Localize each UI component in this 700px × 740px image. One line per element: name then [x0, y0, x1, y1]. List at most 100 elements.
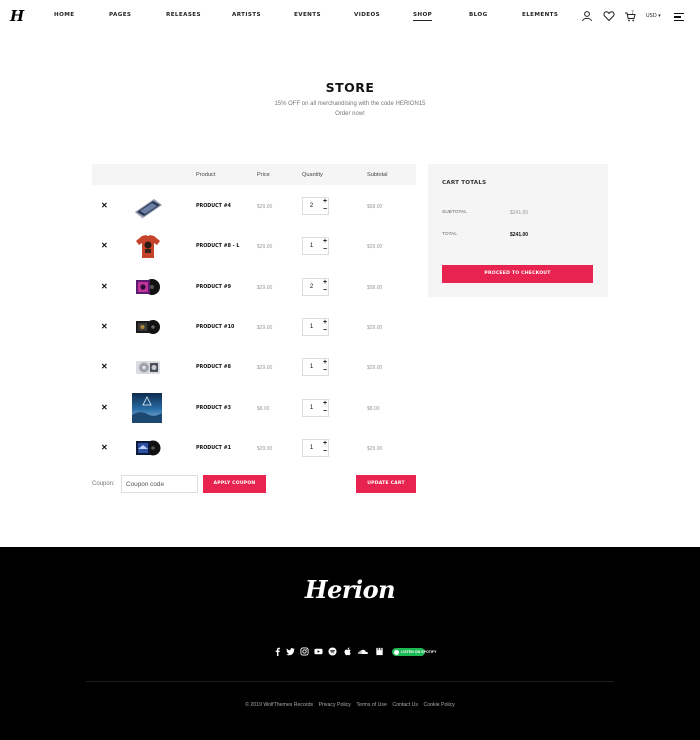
product-price: $29.00: [257, 325, 273, 331]
remove-item-icon[interactable]: ✕: [101, 404, 108, 412]
quantity-stepper: 1 + −: [302, 399, 329, 417]
product-name-link[interactable]: PRODUCT #3: [196, 406, 231, 411]
product-subtotal: $29.00: [367, 325, 383, 331]
plus-icon[interactable]: +: [321, 319, 329, 327]
product-thumbnail[interactable]: [132, 393, 162, 423]
minus-icon[interactable]: −: [321, 327, 329, 335]
cookie-policy-link[interactable]: Cookie Policy: [423, 702, 454, 708]
quantity-input[interactable]: 1: [303, 319, 320, 335]
product-name-link[interactable]: PRODUCT #10: [196, 325, 234, 330]
product-thumbnail[interactable]: [132, 230, 164, 262]
currency-label: USD: [646, 13, 657, 19]
quantity-stepper: 2 + −: [302, 197, 329, 215]
product-thumbnail[interactable]: [132, 432, 164, 464]
nav-videos[interactable]: Videos: [354, 12, 380, 18]
quantity-input[interactable]: 1: [303, 440, 320, 456]
nav-pages[interactable]: Pages: [109, 12, 131, 18]
account-icon[interactable]: [581, 10, 593, 22]
nav-artists[interactable]: Artists: [232, 12, 261, 18]
apple-icon[interactable]: [343, 647, 352, 656]
remove-item-icon[interactable]: ✕: [101, 242, 108, 250]
quantity-stepper: 1 + −: [302, 358, 329, 376]
youtube-icon[interactable]: [314, 647, 323, 656]
nav-events[interactable]: Events: [294, 12, 321, 18]
product-subtotal: $8.00: [367, 406, 380, 412]
quantity-input[interactable]: 1: [303, 400, 320, 416]
product-thumbnail[interactable]: [132, 311, 164, 343]
remove-item-icon[interactable]: ✕: [101, 323, 108, 331]
quantity-input[interactable]: 1: [303, 238, 320, 254]
product-price: $29.00: [257, 244, 273, 250]
plus-icon[interactable]: +: [321, 238, 329, 246]
spotify-badge-button[interactable]: LISTEN ON SPOTIFY: [392, 648, 437, 656]
remove-item-icon[interactable]: ✕: [101, 363, 108, 371]
bandcamp-icon[interactable]: [375, 647, 384, 656]
privacy-policy-link[interactable]: Privacy Policy: [319, 702, 351, 708]
remove-item-icon[interactable]: ✕: [101, 202, 108, 210]
soundcloud-icon[interactable]: [357, 647, 369, 656]
minus-icon[interactable]: −: [321, 287, 329, 295]
quantity-input[interactable]: 1: [303, 359, 320, 375]
remove-item-icon[interactable]: ✕: [101, 444, 108, 452]
cart-totals-panel: CART TOTALS Subtotal $241.00 Total $241.…: [428, 164, 608, 297]
plus-icon[interactable]: +: [321, 400, 329, 408]
quantity-input[interactable]: 2: [303, 279, 320, 295]
product-subtotal: $29.00: [367, 446, 383, 452]
terms-of-use-link[interactable]: Terms of Use: [356, 702, 387, 708]
product-name-link[interactable]: PRODUCT #1: [196, 446, 231, 451]
facebook-icon[interactable]: [273, 647, 282, 656]
wishlist-heart-icon[interactable]: [603, 10, 615, 22]
twitter-icon[interactable]: [286, 647, 295, 656]
remove-item-icon[interactable]: ✕: [101, 283, 108, 291]
minus-icon[interactable]: −: [321, 448, 329, 456]
contact-us-link[interactable]: Contact Us: [392, 702, 418, 708]
nav-home[interactable]: Home: [54, 12, 74, 18]
nav-shop[interactable]: Shop: [413, 12, 433, 21]
currency-switcher[interactable]: USD ▾: [646, 13, 661, 19]
product-thumbnail[interactable]: [132, 190, 164, 222]
menu-hamburger-icon[interactable]: [674, 13, 684, 21]
chevron-down-icon: ▾: [658, 13, 661, 19]
instagram-icon[interactable]: [300, 647, 309, 656]
product-price: $29.00: [257, 285, 273, 291]
plus-icon[interactable]: +: [321, 359, 329, 367]
nav-releases[interactable]: Releases: [166, 12, 201, 18]
update-cart-button[interactable]: Update cart: [356, 475, 416, 493]
nav-blog[interactable]: Blog: [469, 12, 488, 18]
proceed-to-checkout-button[interactable]: Proceed to checkout: [442, 265, 593, 283]
quantity-input[interactable]: 2: [303, 198, 320, 214]
plus-icon[interactable]: +: [321, 198, 329, 206]
quantity-stepper: 1 + −: [302, 237, 329, 255]
site-logo[interactable]: H: [10, 7, 24, 25]
footer-divider: [86, 681, 614, 682]
product-name-link[interactable]: PRODUCT #8 - L: [196, 244, 239, 249]
site-footer: Herion LISTEN ON SPOTIFY © 2019 WolfThem…: [0, 547, 700, 740]
product-thumbnail[interactable]: [132, 351, 164, 383]
coupon-code-input[interactable]: [121, 475, 198, 493]
total-value: $241.00: [510, 232, 529, 238]
cart-row: ✕ PRODUCT #8 - L $29.00 1 + − $29.00: [92, 226, 416, 266]
spotify-logo-icon: [394, 649, 399, 655]
minus-icon[interactable]: −: [321, 246, 329, 254]
minus-icon[interactable]: −: [321, 367, 329, 375]
quantity-stepper: 1 + −: [302, 318, 329, 336]
minus-icon[interactable]: −: [321, 206, 329, 214]
minus-icon[interactable]: −: [321, 408, 329, 416]
col-subtotal: Subtotal: [367, 172, 388, 178]
nav-elements[interactable]: Elements: [522, 12, 558, 18]
product-name-link[interactable]: PRODUCT #4: [196, 204, 231, 209]
cart-icon[interactable]: 7: [624, 10, 636, 22]
col-quantity: Quantity: [302, 172, 323, 178]
cart-row: ✕ PRODUCT #8 $29.00 1 + − $29.00: [92, 347, 416, 387]
product-thumbnail[interactable]: [132, 271, 164, 303]
product-name-link[interactable]: PRODUCT #9: [196, 285, 231, 290]
apply-coupon-button[interactable]: Apply coupon: [203, 475, 266, 493]
cart-totals-title: CART TOTALS: [442, 180, 487, 186]
plus-icon[interactable]: +: [321, 279, 329, 287]
subtotal-label: Subtotal: [442, 210, 467, 215]
product-name-link[interactable]: PRODUCT #8: [196, 365, 231, 370]
cart-row: ✕ PRODUCT #4 $29.00 2 + − $58.00: [92, 186, 416, 226]
spotify-icon[interactable]: [328, 647, 337, 656]
footer-logo[interactable]: Herion: [0, 575, 700, 604]
plus-icon[interactable]: +: [321, 440, 329, 448]
